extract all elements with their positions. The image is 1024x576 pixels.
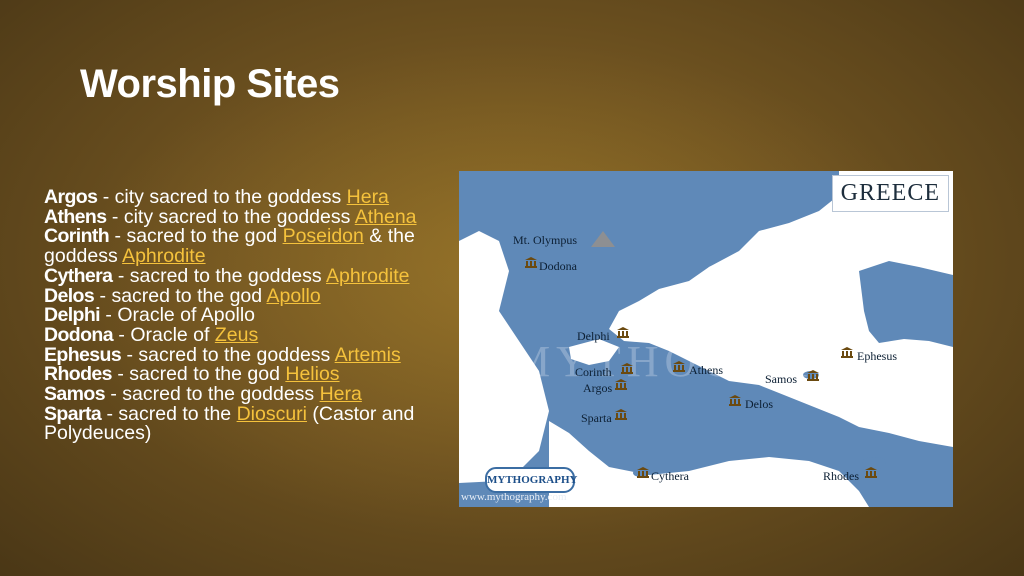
map-url: www.mythography.com — [461, 491, 567, 503]
slide-title: Worship Sites — [80, 62, 340, 106]
deity-link[interactable]: Helios — [285, 363, 339, 385]
site-desc: - city sacred to the goddess — [97, 186, 347, 208]
list-item: Corinth - sacred to the god Poseidon & t… — [44, 227, 452, 266]
worship-sites-list: Argos - city sacred to the goddess Hera … — [44, 186, 452, 444]
site-name: Sparta — [44, 402, 102, 425]
site-desc: - sacred to the goddess — [112, 264, 326, 287]
site-desc: - city sacred to the goddess — [106, 205, 355, 228]
site-name: Ephesus — [44, 343, 122, 366]
list-item: Sparta - sacred to the Dioscuri (Castor … — [44, 402, 452, 444]
label-athens: Athens — [689, 363, 723, 377]
site-name: Argos — [44, 186, 98, 208]
site-name: Samos — [44, 383, 106, 406]
site-desc: - Oracle of — [112, 323, 215, 346]
deity-link[interactable]: Poseidon — [283, 225, 364, 247]
label-delphi: Delphi — [577, 329, 610, 343]
site-name: Rhodes — [44, 363, 113, 386]
temple-icon — [621, 363, 633, 374]
deity-link[interactable]: Athena — [355, 206, 417, 228]
site-desc: - sacred to the goddess — [104, 383, 320, 406]
map-heading: GREECE — [831, 175, 949, 212]
temple-icon — [615, 379, 627, 390]
label-dodona: Dodona — [539, 259, 577, 273]
mythography-logo: MYTHOGRAPHY — [485, 467, 577, 493]
site-desc: - sacred to the god — [109, 225, 283, 248]
label-delos: Delos — [745, 397, 773, 411]
site-name: Corinth — [44, 225, 110, 248]
label-samos: Samos — [765, 372, 798, 386]
site-name: Delphi — [44, 304, 101, 327]
deity-link[interactable]: Aphrodite — [326, 265, 409, 287]
label-ephesus: Ephesus — [857, 349, 897, 363]
temple-icon — [637, 467, 649, 478]
site-name: Athens — [44, 205, 107, 228]
label-corinth: Corinth — [575, 365, 612, 379]
deity-link[interactable]: Dioscuri — [237, 403, 307, 425]
temple-icon — [807, 370, 819, 381]
deity-link[interactable]: Apollo — [266, 285, 320, 307]
temple-icon — [841, 347, 853, 358]
deity-link[interactable]: Hera — [347, 186, 389, 208]
label-sparta: Sparta — [581, 411, 612, 425]
label-olympus: Mt. Olympus — [513, 233, 578, 247]
temple-icon — [673, 361, 685, 372]
site-desc: - sacred to the god — [94, 284, 267, 307]
site-desc: - Oracle of Apollo — [100, 304, 255, 327]
deity-link[interactable]: Artemis — [335, 344, 401, 366]
deity-link[interactable]: Hera — [320, 383, 362, 405]
site-name: Dodona — [44, 323, 114, 346]
temple-icon — [865, 467, 877, 478]
deity-link[interactable]: Zeus — [215, 324, 258, 346]
temple-icon — [617, 327, 629, 338]
site-desc: - sacred to the god — [111, 363, 286, 386]
site-name: Cythera — [44, 264, 113, 287]
temple-icon — [729, 395, 741, 406]
site-desc: - sacred to the — [101, 402, 237, 425]
asia-minor — [859, 261, 953, 347]
deity-link[interactable]: Aphrodite — [122, 245, 205, 267]
label-argos: Argos — [583, 381, 613, 395]
greece-map: GREECE MYTHOGRAPHY Mt. Olympus Dodona De… — [459, 171, 953, 507]
label-cythera: Cythera — [651, 469, 689, 483]
site-desc: - sacred to the goddess — [121, 343, 335, 366]
temple-icon — [525, 257, 537, 268]
site-name: Delos — [44, 284, 95, 307]
label-rhodes: Rhodes — [823, 469, 859, 483]
temple-icon — [615, 409, 627, 420]
